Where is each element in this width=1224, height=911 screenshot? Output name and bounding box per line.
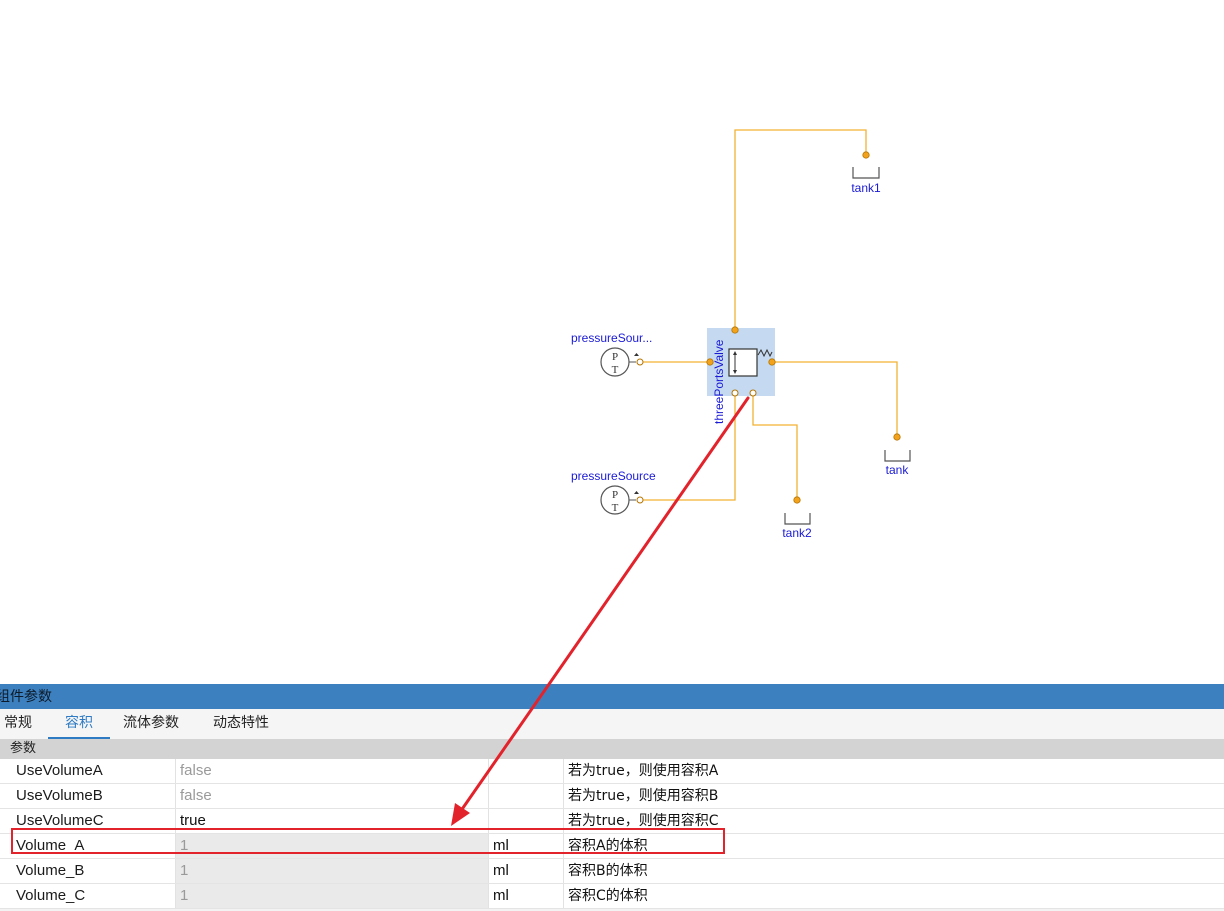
tab-dynamics[interactable]: 动态特性	[213, 709, 269, 737]
param-name: UseVolumeC	[16, 812, 104, 829]
diagram-canvas[interactable]: tank1 tank tank2 pressureSour... P T pre…	[0, 0, 1224, 684]
tab-fluid-params[interactable]: 流体参数	[123, 709, 179, 737]
param-value-input[interactable]: 1	[175, 834, 488, 858]
tank-icon	[884, 450, 911, 462]
param-unit	[488, 809, 563, 833]
svg-text:P: P	[612, 489, 618, 501]
component-parameters-panel: 组件参数 常规 容积 流体参数 动态特性 参数 UseVolumeA false…	[0, 684, 1224, 911]
tank1-icon	[852, 167, 880, 179]
tank2-icon	[784, 513, 811, 525]
param-unit	[488, 784, 563, 808]
wire-valve-tank2[interactable]	[752, 393, 798, 500]
param-value-input[interactable]: 1	[175, 859, 488, 883]
param-unit: ml	[488, 859, 563, 883]
section-header-params: 参数	[0, 739, 1224, 759]
param-value-input[interactable]: false	[175, 784, 488, 808]
valve-port-right[interactable]	[768, 358, 776, 366]
param-value-input[interactable]: 1	[175, 884, 488, 908]
param-unit: ml	[488, 834, 563, 858]
svg-text:P: P	[612, 351, 618, 363]
param-description: 容积A的体积	[563, 834, 1224, 858]
valve-port-top[interactable]	[731, 326, 739, 334]
pressure-source-top-label: pressureSour...	[571, 331, 652, 345]
svg-text:T: T	[612, 364, 619, 376]
pressure-source-bottom-component[interactable]: pressureSource P T	[571, 469, 656, 515]
tab-general[interactable]: 常规	[4, 709, 32, 737]
valve-icon	[728, 348, 758, 377]
tank2-port[interactable]	[793, 496, 801, 504]
param-description: 容积B的体积	[563, 859, 1224, 883]
valve-port-bottom-left[interactable]	[731, 389, 739, 397]
svg-text:T: T	[612, 502, 619, 514]
parameter-table: UseVolumeA false 若为true，则使用容积A UseVolume…	[0, 759, 1224, 909]
param-name: UseVolumeB	[16, 787, 103, 804]
table-row[interactable]: UseVolumeC true 若为true，则使用容积C	[0, 809, 1224, 834]
valve-port-bottom-right[interactable]	[749, 389, 757, 397]
table-row[interactable]: Volume_C 1 ml 容积C的体积	[0, 884, 1224, 909]
param-name: Volume_B	[16, 862, 85, 879]
tank-port[interactable]	[893, 433, 901, 441]
param-description: 容积C的体积	[563, 884, 1224, 908]
tab-bar: 常规 容积 流体参数 动态特性	[0, 709, 1224, 739]
tank-component[interactable]: tank	[884, 433, 911, 477]
panel-title: 组件参数	[0, 684, 1224, 709]
param-unit: ml	[488, 884, 563, 908]
param-description: 若为true，则使用容积C	[563, 809, 1224, 833]
pressure-source-top-port[interactable]	[636, 358, 644, 366]
table-row[interactable]: UseVolumeA false 若为true，则使用容积A	[0, 759, 1224, 784]
valve-label: threePortsValve	[712, 339, 726, 424]
pressure-source-bottom-port[interactable]	[636, 496, 644, 504]
wire-valve-tank[interactable]	[772, 361, 898, 437]
three-ports-valve-component[interactable]: threePortsValve	[706, 326, 776, 424]
table-row[interactable]: Volume_A 1 ml 容积A的体积	[0, 834, 1224, 859]
table-row[interactable]: UseVolumeB false 若为true，则使用容积B	[0, 784, 1224, 809]
param-name: Volume_C	[16, 887, 86, 904]
param-name: UseVolumeA	[16, 762, 103, 779]
param-value-input[interactable]: true	[175, 809, 488, 833]
pressure-source-top-component[interactable]: pressureSour... P T	[571, 331, 652, 377]
diagram-svg: tank1 tank tank2 pressureSour... P T pre…	[571, 129, 911, 540]
tank1-port[interactable]	[862, 151, 870, 159]
param-unit	[488, 759, 563, 783]
param-description: 若为true，则使用容积A	[563, 759, 1224, 783]
tank2-component[interactable]: tank2	[782, 496, 812, 540]
tab-volume[interactable]: 容积	[48, 709, 110, 739]
tank-label: tank	[886, 463, 910, 477]
pressure-source-bottom-label: pressureSource	[571, 469, 656, 483]
tank1-label: tank1	[851, 181, 881, 195]
wire-valve-tank1[interactable]	[734, 129, 867, 330]
param-value-input[interactable]: false	[175, 759, 488, 783]
tank2-label: tank2	[782, 526, 812, 540]
param-description: 若为true，则使用容积B	[563, 784, 1224, 808]
tank1-component[interactable]: tank1	[851, 151, 881, 195]
param-name: Volume_A	[16, 837, 85, 854]
table-row[interactable]: Volume_B 1 ml 容积B的体积	[0, 859, 1224, 884]
